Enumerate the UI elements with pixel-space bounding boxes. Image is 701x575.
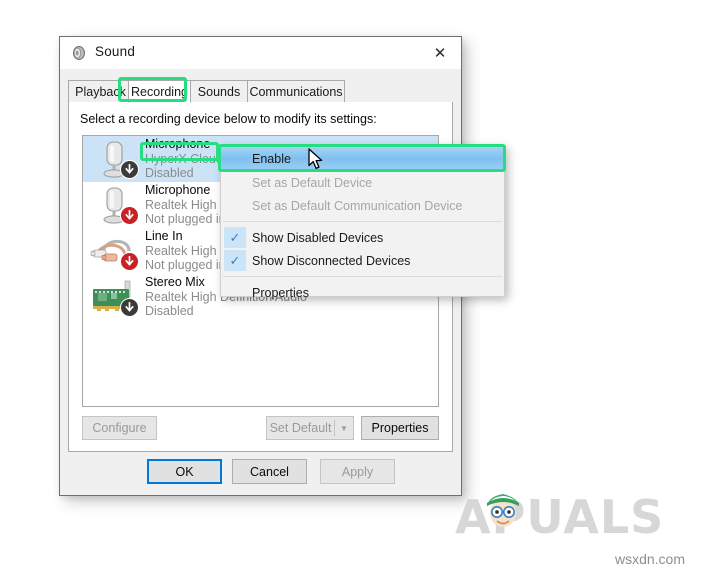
device-status: Disabled: [145, 166, 194, 181]
device-info: Microphone HyperX Cloud Disabled: [145, 137, 223, 181]
properties-button[interactable]: Properties: [361, 416, 439, 440]
menu-item-enable[interactable]: Enable: [221, 146, 504, 171]
dialog-action-buttons: OK Cancel Apply: [60, 459, 451, 484]
down-arrow-dark-badge: [120, 160, 139, 179]
tab-strip: Playback Recording Sounds Communications: [68, 80, 453, 104]
menu-item-label: Show Disconnected Devices: [252, 253, 411, 268]
ok-button[interactable]: OK: [147, 459, 222, 484]
panel-instruction: Select a recording device below to modif…: [80, 112, 377, 126]
menu-check-slot: [221, 194, 249, 217]
menu-item-set-as-default-communication-device[interactable]: Set as Default Communication Device: [221, 194, 504, 217]
menu-item-show-disconnected-devices[interactable]: ✓ Show Disconnected Devices: [221, 249, 504, 272]
dialog-titlebar: Sound ✕: [60, 37, 461, 70]
tab-sounds[interactable]: Sounds: [190, 80, 248, 103]
device-name: Microphone: [145, 136, 211, 151]
sound-card-icon: [89, 275, 143, 319]
device-status: Disabled: [145, 304, 194, 319]
cancel-button[interactable]: Cancel: [232, 459, 307, 484]
set-default-split-button[interactable]: Set Default ▼: [266, 416, 354, 440]
rca-cable-icon: [89, 229, 143, 273]
menu-check-slot: [221, 281, 249, 304]
tab-recording[interactable]: Recording: [128, 80, 191, 103]
set-default-label: Set Default: [269, 421, 332, 435]
menu-item-label: Enable: [252, 151, 291, 166]
menu-check-slot: [221, 171, 249, 194]
site-watermark: wsxdn.com: [614, 551, 685, 567]
menu-item-label: Set as Default Device: [252, 175, 373, 190]
menu-item-show-disabled-devices[interactable]: ✓ Show Disabled Devices: [221, 226, 504, 249]
menu-item-label: Show Disabled Devices: [252, 230, 384, 245]
device-action-buttons: Configure Set Default ▼ Properties: [82, 416, 439, 440]
microphone-icon: [89, 137, 143, 181]
screenshot-stage: Sound ✕ Playback Recording Sounds Commun…: [0, 0, 701, 575]
down-arrow-dark-badge: [120, 298, 139, 317]
menu-separator: [223, 276, 502, 277]
checkmark-icon: ✓: [224, 250, 246, 271]
menu-separator: [223, 221, 502, 222]
configure-button[interactable]: Configure: [82, 416, 157, 440]
menu-item-properties[interactable]: Properties: [221, 281, 504, 304]
tab-communications[interactable]: Communications: [247, 80, 345, 103]
microphone-icon: [89, 183, 143, 227]
speaker-icon: [71, 45, 87, 61]
menu-check-slot: ✓: [221, 249, 249, 272]
menu-item-label: Set as Default Communication Device: [252, 198, 463, 213]
apply-button[interactable]: Apply: [320, 459, 395, 484]
down-arrow-red-badge: [120, 206, 139, 225]
menu-item-set-as-default-device[interactable]: Set as Default Device: [221, 171, 504, 194]
dialog-title: Sound: [95, 44, 136, 59]
device-maker: HyperX Cloud: [145, 151, 223, 166]
checkmark-icon: ✓: [224, 227, 246, 248]
menu-check-slot: ✓: [221, 226, 249, 249]
close-icon[interactable]: ✕: [419, 37, 461, 68]
menu-check-slot: [221, 147, 249, 170]
device-context-menu: Enable Set as Default Device Set as Defa…: [220, 145, 505, 300]
tab-playback[interactable]: Playback: [68, 80, 133, 103]
appuals-face-icon: [483, 487, 523, 538]
menu-item-label: Properties: [252, 285, 309, 300]
down-arrow-red-badge: [120, 252, 139, 271]
chevron-down-icon[interactable]: ▼: [335, 424, 353, 433]
